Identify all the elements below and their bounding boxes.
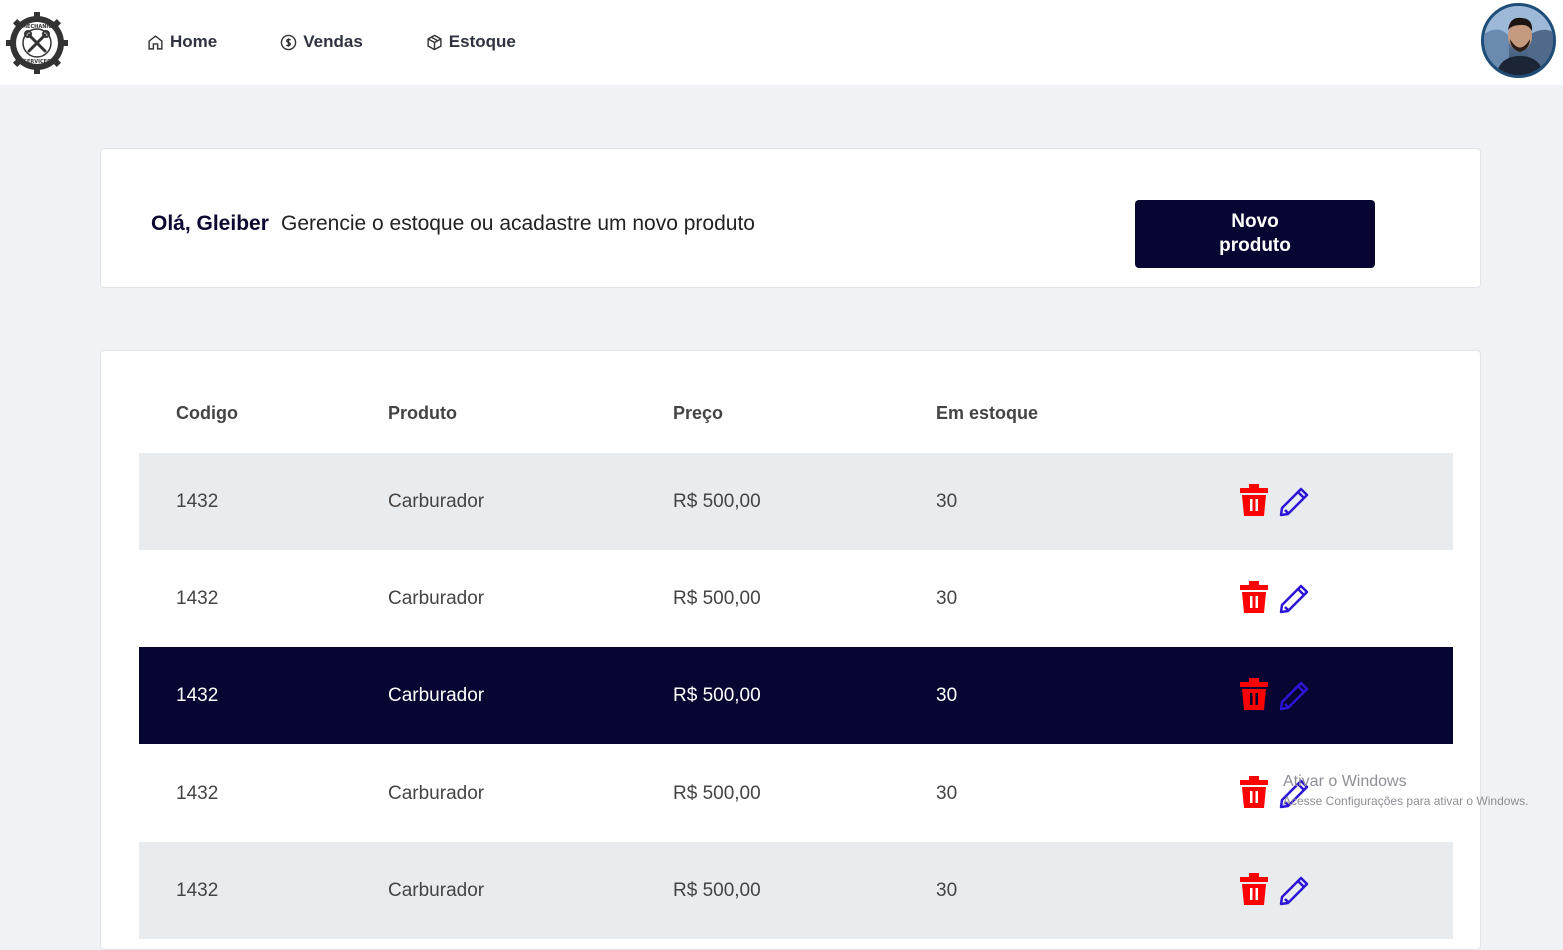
pencil-icon[interactable] xyxy=(1278,580,1312,614)
user-avatar[interactable] xyxy=(1481,3,1556,78)
pencil-icon[interactable] xyxy=(1278,775,1312,809)
cell-preco: R$ 500,00 xyxy=(673,491,761,512)
row-actions xyxy=(1239,872,1312,906)
new-product-button-label: Novo produto xyxy=(1219,211,1291,256)
dollar-circle-icon xyxy=(280,34,297,50)
cell-preco: R$ 500,00 xyxy=(673,685,761,706)
cell-produto: Carburador xyxy=(388,491,485,512)
table-row[interactable]: 1432 Carburador R$ 500,00 30 xyxy=(139,842,1453,939)
nav-vendas[interactable]: Vendas xyxy=(280,32,363,52)
cell-codigo: 1432 xyxy=(176,783,219,804)
top-navbar: MECHANIC SERVICES Home Vendas Estoque xyxy=(0,0,1563,85)
cell-estoque: 30 xyxy=(936,783,958,804)
cell-estoque: 30 xyxy=(936,491,958,512)
cell-estoque: 30 xyxy=(936,685,958,706)
trash-icon[interactable] xyxy=(1239,873,1269,905)
nav-home[interactable]: Home xyxy=(147,32,217,52)
row-actions xyxy=(1239,580,1312,614)
home-icon xyxy=(148,34,163,50)
table-row[interactable]: 1432 Carburador R$ 500,00 30 xyxy=(139,550,1453,647)
trash-icon[interactable] xyxy=(1239,678,1269,710)
main-nav: Home Vendas Estoque xyxy=(147,30,579,54)
cell-codigo: 1432 xyxy=(176,588,219,609)
pencil-icon[interactable] xyxy=(1278,483,1312,517)
cell-preco: R$ 500,00 xyxy=(673,588,761,609)
row-actions xyxy=(1239,677,1312,711)
greeting-name: Olá, Gleiber xyxy=(151,212,269,235)
table-row[interactable]: 1432 Carburador R$ 500,00 30 xyxy=(139,745,1453,842)
trash-icon[interactable] xyxy=(1239,776,1269,808)
cell-produto: Carburador xyxy=(388,685,485,706)
greeting-card: Olá, Gleiber Gerencie o estoque ou acada… xyxy=(100,148,1481,288)
nav-estoque-label: Estoque xyxy=(448,32,516,51)
cell-produto: Carburador xyxy=(388,783,485,804)
row-actions xyxy=(1239,483,1312,517)
row-actions xyxy=(1239,775,1312,809)
nav-estoque[interactable]: Estoque xyxy=(426,32,516,52)
header-preco[interactable]: Preço xyxy=(673,403,723,424)
header-produto[interactable]: Produto xyxy=(388,403,457,424)
trash-icon[interactable] xyxy=(1239,581,1269,613)
nav-home-label: Home xyxy=(170,32,218,51)
cell-codigo: 1432 xyxy=(176,491,219,512)
header-em-estoque[interactable]: Em estoque xyxy=(936,403,1038,424)
table-row-selected[interactable]: 1432 Carburador R$ 500,00 30 xyxy=(139,647,1453,744)
cell-estoque: 30 xyxy=(936,588,958,609)
product-table: Codigo Produto Preço Em estoque 1432 Car… xyxy=(100,350,1481,950)
greeting-text: Gerencie o estoque ou acadastre um novo … xyxy=(281,212,755,235)
logo-text-top: MECHANIC xyxy=(22,24,52,30)
header-codigo[interactable]: Codigo xyxy=(176,403,238,424)
cell-codigo: 1432 xyxy=(176,685,219,706)
cell-estoque: 30 xyxy=(936,880,958,901)
nav-vendas-label: Vendas xyxy=(303,32,363,51)
cell-preco: R$ 500,00 xyxy=(673,880,761,901)
cell-produto: Carburador xyxy=(388,880,485,901)
pencil-icon[interactable] xyxy=(1278,872,1312,906)
logo-icon[interactable]: MECHANIC SERVICES xyxy=(5,11,69,75)
trash-icon[interactable] xyxy=(1239,484,1269,516)
avatar-photo xyxy=(1484,6,1553,75)
pencil-icon[interactable] xyxy=(1278,677,1312,711)
cell-preco: R$ 500,00 xyxy=(673,783,761,804)
table-row[interactable]: 1432 Carburador R$ 500,00 30 xyxy=(139,453,1453,550)
box-icon xyxy=(427,34,442,50)
cell-codigo: 1432 xyxy=(176,880,219,901)
cell-produto: Carburador xyxy=(388,588,485,609)
table-header: Codigo Produto Preço Em estoque xyxy=(139,403,1453,427)
logo-text-bottom: SERVICES xyxy=(23,59,51,65)
new-product-button[interactable]: Novo produto xyxy=(1135,200,1375,268)
